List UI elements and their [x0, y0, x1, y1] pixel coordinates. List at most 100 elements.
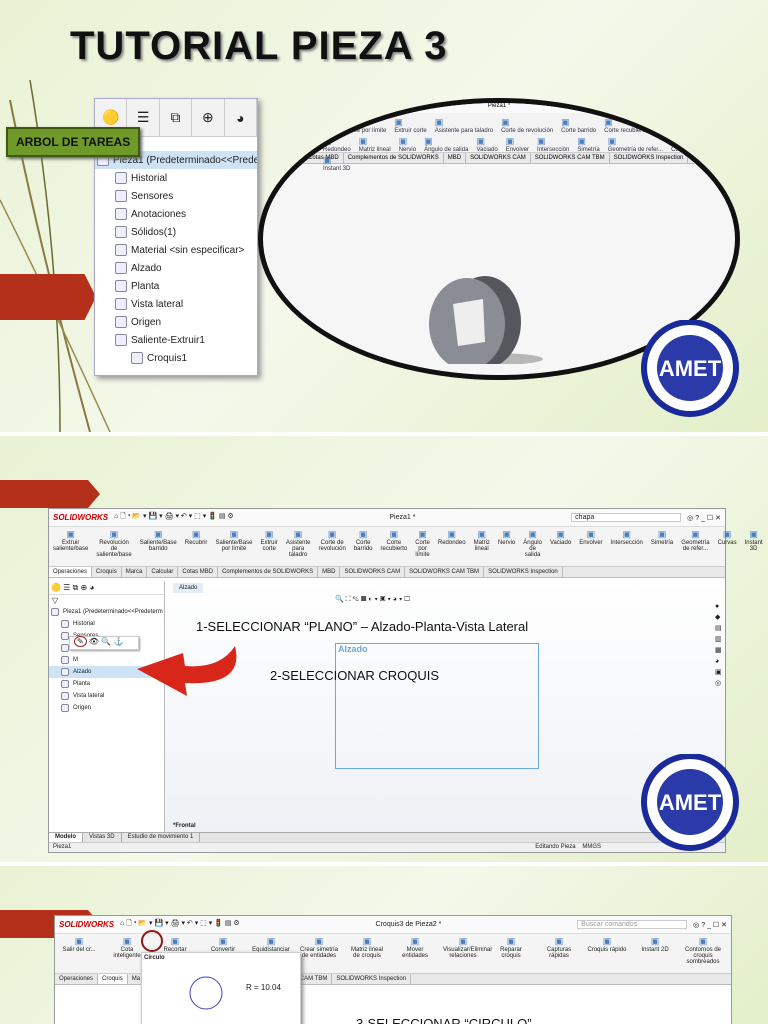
command-tab[interactable]: Operaciones	[49, 567, 93, 577]
ribbon-button[interactable]: ▣ Intersección	[537, 136, 569, 153]
ribbon-button[interactable]: ▣ Convertir	[203, 936, 243, 953]
command-tab[interactable]: Complementos de SOLIDWORKS	[344, 153, 444, 163]
ribbon-button[interactable]: ▣ Simetría	[651, 529, 673, 546]
ribbon-button[interactable]: ▣ Vaciado	[550, 529, 571, 546]
ribbon-button[interactable]: ▣ Simetría	[577, 136, 599, 153]
tree-item[interactable]: Sólidos(1)	[95, 223, 257, 241]
search-input[interactable]: chapa	[571, 513, 682, 522]
ribbon-button[interactable]: ▣ Saliente/Base por límite	[215, 529, 252, 552]
ribbon-button[interactable]: ▣ Matriz lineal	[359, 136, 391, 153]
panel-tab-icons[interactable]: 🟡 ☰ ⧉ ⊕ ◕	[49, 581, 164, 595]
ribbon-button[interactable]: ▣ Nervio	[498, 529, 515, 546]
tree-item[interactable]: Pieza1 (Predeterminado<<Predeterm	[49, 606, 164, 618]
view-toolbar[interactable]: 🔍 ⛶ ✎ ▦ ◐ ▾ ▣ ▾ ◕ ▾ ☐	[335, 595, 410, 604]
command-tab[interactable]: Cotas MBD	[304, 153, 344, 163]
ribbon-button[interactable]: ▣ Asistente para taladro	[286, 529, 311, 558]
ribbon-button[interactable]: ▣ Redondeo	[438, 529, 466, 546]
command-tab[interactable]: MBD	[444, 153, 467, 163]
ribbon-button[interactable]: ▣ Corte recubierto	[381, 529, 408, 552]
command-tab[interactable]: SOLIDWORKS CAM	[466, 153, 531, 163]
ribbon-button[interactable]: ▣ Matriz lineal de croquis	[347, 936, 387, 959]
ribbon-button[interactable]: ▣ Corte barrido	[354, 529, 373, 552]
ribbon-button[interactable]: ▣ Capturas rápidas	[539, 936, 579, 959]
command-tab[interactable]: Croquis	[98, 974, 128, 984]
tree-item[interactable]: Croquis1	[95, 349, 257, 367]
command-tab[interactable]: MBD	[318, 567, 341, 577]
search-input[interactable]: Buscar comandos	[577, 920, 688, 929]
ribbon-button[interactable]: ▣ Contornos de croquis sombreados	[683, 936, 723, 965]
command-tab[interactable]: SOLIDWORKS CAM	[340, 567, 406, 577]
ribbon-button[interactable]: ▣ Extruir corte	[394, 117, 426, 134]
tree-item[interactable]: Historial	[95, 169, 257, 187]
ribbon-button[interactable]: ▣ Salir del cr...	[59, 936, 99, 953]
dim-expert-tab-icon[interactable]: ⊕	[192, 99, 225, 136]
bottom-tab[interactable]: Estudio de movimiento 1	[122, 833, 201, 842]
circle-tool-highlight[interactable]	[141, 930, 163, 952]
tree-item[interactable]: Material <sin especificar>	[95, 241, 257, 259]
ribbon-button[interactable]: ▣ Corte recubierto	[604, 117, 647, 134]
tree-item[interactable]: Alzado	[95, 259, 257, 277]
tree-item[interactable]: Historial	[49, 618, 164, 630]
ribbon-button[interactable]: ▣ Curvas	[671, 136, 690, 153]
ribbon-button[interactable]: ▣ Corte barrido	[561, 117, 596, 134]
alzado-plane[interactable]: Alzado	[335, 643, 539, 769]
bottom-tab[interactable]: Modelo	[49, 833, 83, 842]
ribbon-button[interactable]: ▣ Matriz lineal	[474, 529, 490, 552]
ribbon-button[interactable]: ▣ Vaciado	[476, 136, 497, 153]
ribbon-button[interactable]: ▣ Envolver	[506, 136, 529, 153]
window-controls[interactable]: ◎ ? _ ☐ ✕	[687, 514, 721, 522]
command-tab[interactable]: Cotas MBD	[178, 567, 219, 577]
ribbon-button[interactable]: ▣ Croquis rápido	[587, 936, 627, 953]
ribbon-button[interactable]: ▣ Corte de revolución	[319, 529, 346, 552]
ribbon-button[interactable]: ▣ Saliente/Base por límite	[323, 117, 386, 134]
filter-icon[interactable]: ▽	[49, 595, 164, 606]
window-controls[interactable]: ◎ ? _ ☐ ✕	[693, 921, 727, 929]
command-tab[interactable]: Operaciones	[55, 974, 99, 984]
ribbon-button[interactable]: ▣ Instant 3D	[745, 529, 763, 552]
tree-item[interactable]: Sensores	[95, 187, 257, 205]
ribbon-button[interactable]: ▣ Mover entidades	[395, 936, 435, 959]
ribbon-button[interactable]: ▣ Geometría de refer...	[608, 136, 663, 153]
command-tab[interactable]: SOLIDWORKS Inspection	[332, 974, 412, 984]
ribbon-button[interactable]: ▣ Intersección	[611, 529, 643, 546]
bottom-tab[interactable]: Vistas 3D	[83, 833, 122, 842]
ribbon-button[interactable]: ▣ Instant 2D	[635, 936, 675, 953]
command-tab[interactable]: SOLIDWORKS CAM TBM	[405, 567, 485, 577]
ribbon-button[interactable]: ▣ Revolución de saliente/base	[96, 529, 131, 558]
command-tab[interactable]: Complementos de SOLIDWORKS	[218, 567, 319, 577]
ribbon-button[interactable]: ▣ Asistente para taladro	[435, 117, 493, 134]
ribbon-button[interactable]: ▣ Curvas	[718, 529, 737, 546]
command-tab[interactable]: SOLIDWORKS Inspection	[484, 567, 563, 577]
ribbon-button[interactable]: ▣ Nervio	[399, 136, 416, 153]
ribbon-button[interactable]: ▣ Extruir corte	[260, 529, 277, 552]
quick-access-toolbar-icons[interactable]: ⌂ 🗋 ▾ 📂 ▾ 💾 ▾ 🖨 ▾ ↶ ▾ ⬚ ▾ 🚦 ▤ ⚙	[120, 919, 240, 930]
command-tab[interactable]: SOLIDWORKS Inspection	[610, 153, 689, 163]
status-units[interactable]: MMGS	[582, 844, 601, 850]
ribbon-button[interactable]: ▣ Envolver	[579, 529, 602, 546]
tree-item[interactable]: Origen	[49, 702, 164, 714]
command-tab[interactable]: Calcular	[273, 153, 305, 163]
tree-item[interactable]: Origen	[95, 313, 257, 331]
command-tab[interactable]: Calcular	[147, 567, 179, 577]
ribbon-button[interactable]: ▣ Recubrir	[185, 529, 208, 546]
tree-item[interactable]: Planta	[95, 277, 257, 295]
command-tab[interactable]: SOLIDWORKS CAM TBM	[531, 153, 610, 163]
ribbon-button[interactable]: ▣ Corte por límite	[655, 117, 696, 134]
config-manager-tab-icon[interactable]: ⧉	[160, 99, 193, 136]
sketch-icon[interactable]: ✎	[74, 636, 87, 647]
breadcrumb[interactable]: Alzado	[173, 583, 204, 593]
command-tab[interactable]: Croquis	[92, 567, 122, 577]
ribbon-button[interactable]: ▣ Corte de revolución	[501, 117, 553, 134]
tree-item[interactable]: Saliente-Extruir1	[95, 331, 257, 349]
task-pane-icons[interactable]: ● ◆ ▤ ▥ ▦ ◕ ▣ ◎	[715, 601, 725, 689]
ribbon-button[interactable]: ▣ Geometría de refer...	[681, 529, 709, 552]
ribbon-button[interactable]: ▣ Redondeo	[323, 136, 351, 153]
ribbon-button[interactable]: ▣ Visualizar/Eliminar relaciones	[443, 936, 492, 959]
tree-item[interactable]: Vista lateral	[95, 295, 257, 313]
ribbon-button[interactable]: ▣ Crear simetría de entidades	[299, 936, 339, 959]
appearance-tab-icon[interactable]: ◕	[225, 99, 258, 136]
ribbon-button[interactable]: ▣ Saliente/Base barrido	[140, 529, 177, 552]
command-tab[interactable]: Marca	[122, 567, 148, 577]
tree-item[interactable]: Anotaciones	[95, 205, 257, 223]
ribbon-button[interactable]: ▣ Ángulo de salida	[424, 136, 468, 153]
